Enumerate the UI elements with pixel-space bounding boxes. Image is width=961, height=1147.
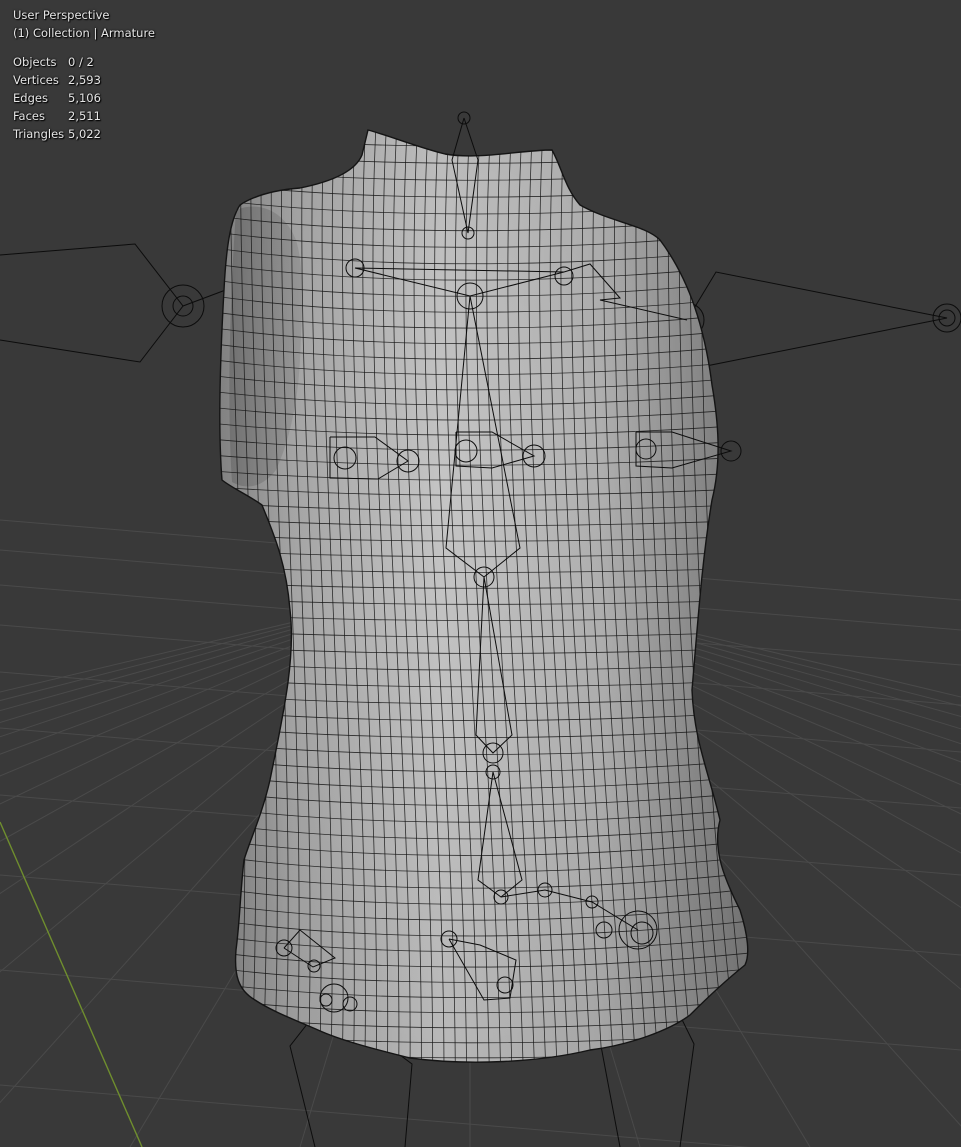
wire-edge	[219, 133, 748, 147]
wire-edge	[200, 1078, 760, 1088]
viewport-scene[interactable]	[0, 0, 961, 1147]
grid-line	[0, 1084, 751, 1147]
bone-upper-arm-left	[0, 243, 184, 363]
wire-edge	[219, 1061, 748, 1063]
mesh-object[interactable]	[200, 120, 760, 1088]
bone-upper-arm-right	[686, 271, 948, 367]
3d-viewport[interactable]: User Perspective (1) Collection | Armatu…	[0, 0, 961, 1147]
